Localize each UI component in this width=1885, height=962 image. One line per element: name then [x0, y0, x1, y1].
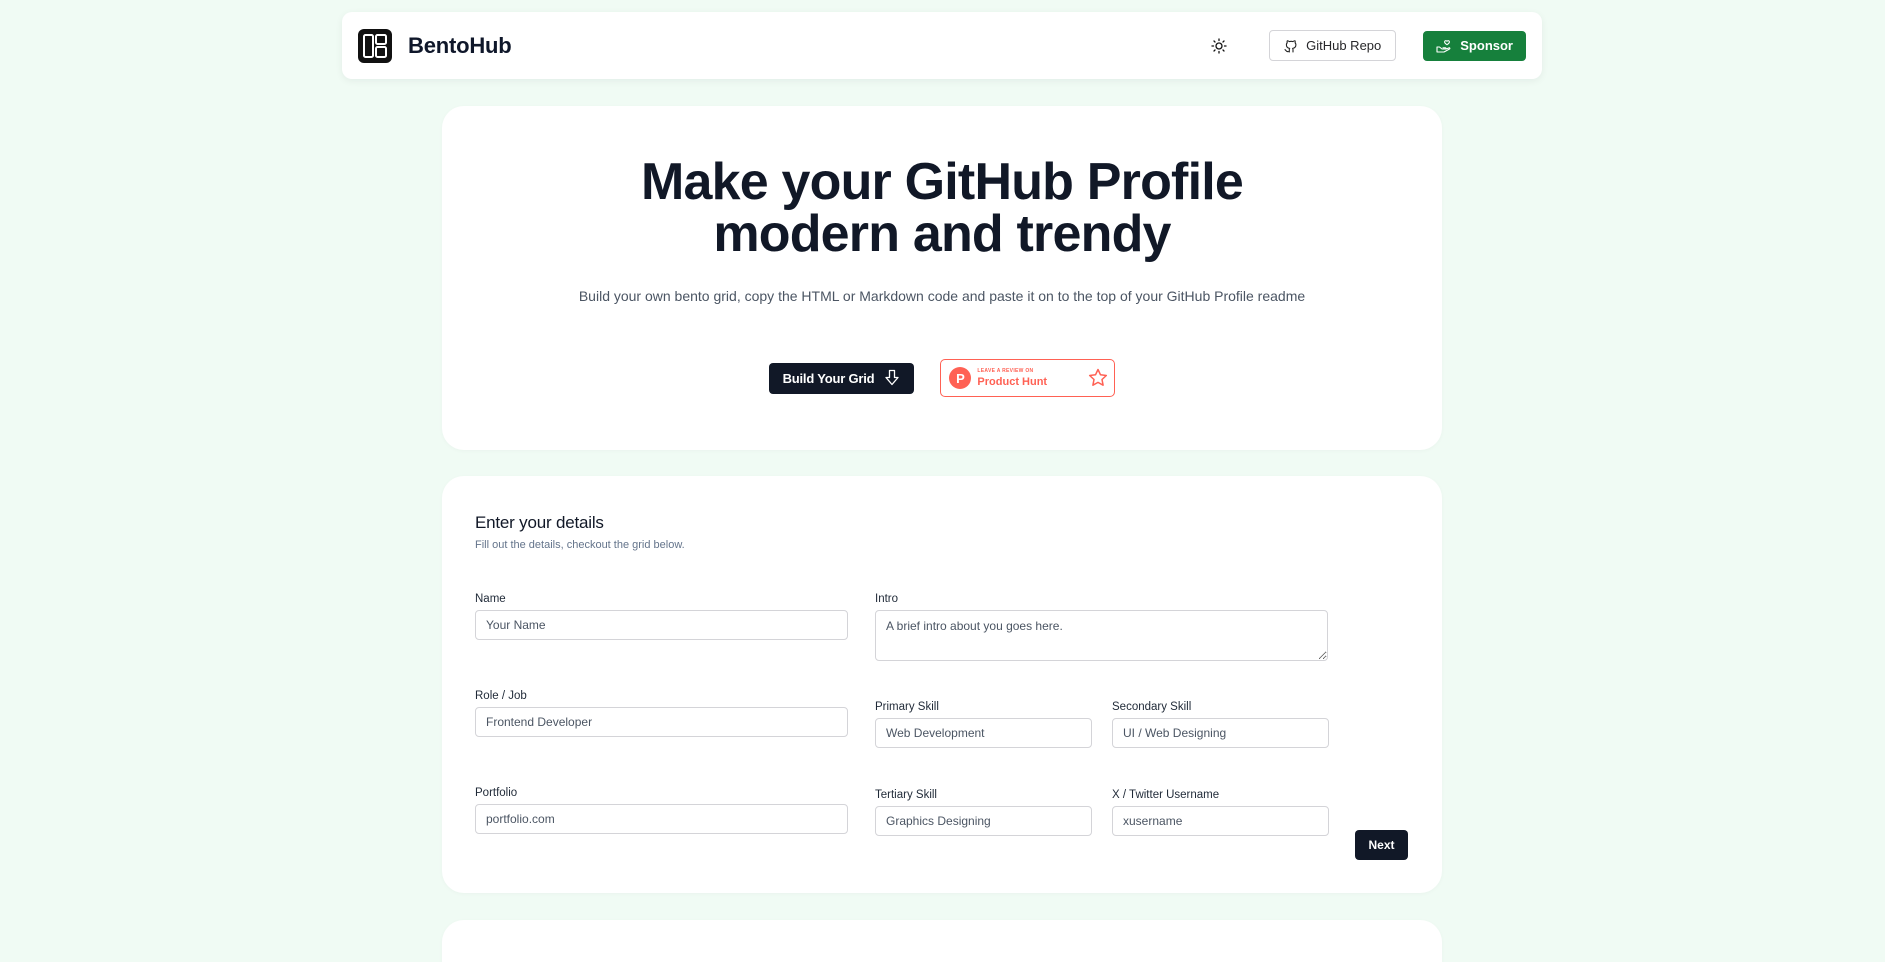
hero-subtitle: Build your own bento grid, copy the HTML… — [578, 288, 1306, 304]
twitter-username-input[interactable] — [1112, 806, 1329, 836]
sun-icon — [1211, 37, 1227, 54]
role-field: Role / Job — [475, 690, 848, 737]
hero-title: Make your GitHub Profile modern and tren… — [442, 156, 1442, 260]
name-label: Name — [475, 593, 506, 605]
portfolio-label: Portfolio — [475, 787, 518, 799]
hero-title-line-2: modern and trendy — [713, 205, 1171, 263]
grid-preview-card — [442, 920, 1442, 962]
brand[interactable]: BentoHub — [358, 28, 512, 63]
form-title: Enter your details — [475, 513, 604, 532]
bentohub-logo-icon — [358, 28, 392, 63]
details-form-card: Enter your details Fill out the details,… — [442, 476, 1442, 893]
tertiary-skill-field: Tertiary Skill — [875, 789, 1092, 836]
primary-skill-input[interactable] — [875, 718, 1092, 748]
intro-label: Intro — [875, 593, 899, 605]
arrow-down-icon — [885, 369, 900, 386]
next-button[interactable]: Next — [1355, 830, 1408, 860]
secondary-skill-field: Secondary Skill — [1112, 701, 1329, 748]
intro-field: Intro — [875, 593, 1328, 661]
primary-skill-label: Primary Skill — [875, 701, 939, 713]
build-your-grid-label: Build Your Grid — [782, 370, 875, 386]
hero-card: Make your GitHub Profile modern and tren… — [442, 106, 1442, 450]
hero-title-line-1: Make your GitHub Profile — [640, 153, 1244, 211]
secondary-skill-label: Secondary Skill — [1112, 701, 1192, 713]
intro-textarea[interactable] — [875, 610, 1328, 661]
star-icon — [1089, 368, 1108, 386]
sponsor-label: Sponsor — [1460, 38, 1513, 53]
secondary-skill-input[interactable] — [1112, 718, 1329, 748]
hand-heart-icon — [1436, 39, 1451, 53]
github-repo-label: GitHub Repo — [1306, 38, 1382, 53]
twitter-username-field: X / Twitter Username — [1112, 789, 1329, 836]
product-hunt-logo-icon: P — [949, 367, 972, 389]
name-field: Name — [475, 593, 848, 640]
portfolio-input[interactable] — [475, 804, 848, 834]
primary-skill-field: Primary Skill — [875, 701, 1092, 748]
navbar: BentoHub GitHub Repo Sponsor — [342, 12, 1542, 79]
product-hunt-text: Product Hunt — [977, 375, 1048, 388]
role-label: Role / Job — [475, 690, 527, 702]
name-input[interactable] — [475, 610, 848, 640]
tertiary-skill-label: Tertiary Skill — [875, 789, 937, 801]
product-hunt-badge[interactable]: P LEAVE A REVIEW ON Product Hunt — [940, 359, 1116, 397]
product-hunt-small-text: LEAVE A REVIEW ON — [977, 367, 1034, 374]
form-subtitle: Fill out the details, checkout the grid … — [475, 539, 685, 551]
sponsor-button[interactable]: Sponsor — [1423, 30, 1526, 61]
role-input[interactable] — [475, 707, 848, 737]
github-repo-button[interactable]: GitHub Repo — [1269, 30, 1397, 61]
github-icon — [1284, 39, 1297, 53]
portfolio-field: Portfolio — [475, 787, 848, 834]
twitter-username-label: X / Twitter Username — [1112, 789, 1220, 801]
theme-toggle-button[interactable] — [1205, 32, 1233, 60]
brand-name: BentoHub — [408, 32, 512, 58]
tertiary-skill-input[interactable] — [875, 806, 1092, 836]
build-your-grid-button[interactable]: Build Your Grid — [768, 362, 915, 394]
